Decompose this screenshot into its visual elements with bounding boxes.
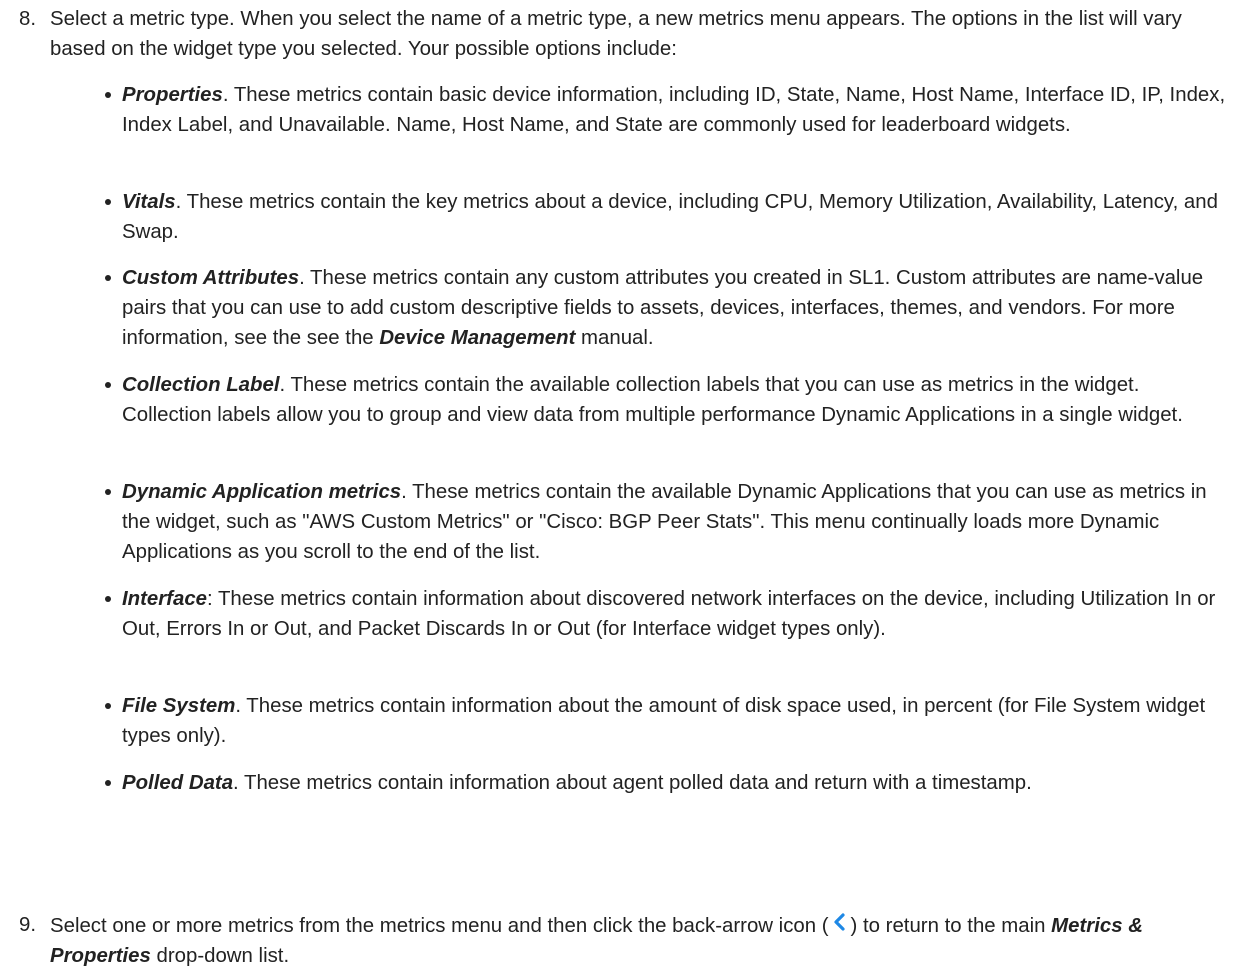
step-text-start: Select one or more metrics from the metr… bbox=[50, 915, 829, 937]
step-9: 9. Select one or more metrics from the m… bbox=[0, 910, 1236, 974]
documentation-page: 8. Select a metric type. When you select… bbox=[0, 0, 1236, 974]
step-8: 8. Select a metric type. When you select… bbox=[0, 4, 1236, 794]
bullet-icon bbox=[105, 382, 111, 388]
term-interface: Interface bbox=[122, 588, 207, 610]
step-number: 8. bbox=[19, 8, 37, 30]
step-text: Select a metric type. When you select th… bbox=[50, 8, 1182, 60]
description: . These metrics contain information abou… bbox=[122, 695, 1206, 747]
bullet-icon bbox=[105, 92, 111, 98]
description-end: manual. bbox=[575, 327, 654, 349]
step-number: 9. bbox=[19, 914, 37, 936]
bullet-icon bbox=[105, 596, 111, 602]
step-text: Select one or more metrics from the metr… bbox=[50, 910, 1222, 971]
description: . These metrics contain the key metrics … bbox=[122, 191, 1218, 243]
bullet-icon bbox=[105, 489, 111, 495]
term-properties: Properties bbox=[122, 84, 223, 106]
step-text-middle: ) to return to the main bbox=[850, 915, 1052, 937]
description: . These metrics contain basic device inf… bbox=[122, 84, 1226, 136]
description: . These metrics contain the available co… bbox=[122, 374, 1183, 426]
term-vitals: Vitals bbox=[122, 191, 176, 213]
bullet-icon bbox=[105, 780, 111, 786]
term-dynamic-application-metrics: Dynamic Application metrics bbox=[122, 481, 402, 503]
back-arrow-icon bbox=[829, 910, 851, 934]
description: . These metrics contain information abou… bbox=[233, 772, 1032, 794]
term-polled-data: Polled Data bbox=[122, 772, 234, 794]
step-text-end: drop-down list. bbox=[150, 945, 290, 967]
term-collection-label: Collection Label bbox=[122, 374, 280, 396]
term-custom-attributes: Custom Attributes bbox=[122, 267, 300, 289]
device-management-manual-reference: Device Management bbox=[379, 327, 576, 349]
bullet-icon bbox=[105, 703, 111, 709]
bullet-icon bbox=[105, 275, 111, 281]
term-file-system: File System bbox=[122, 695, 236, 717]
description: : These metrics contain information abou… bbox=[122, 588, 1216, 640]
bullet-icon bbox=[105, 199, 111, 205]
